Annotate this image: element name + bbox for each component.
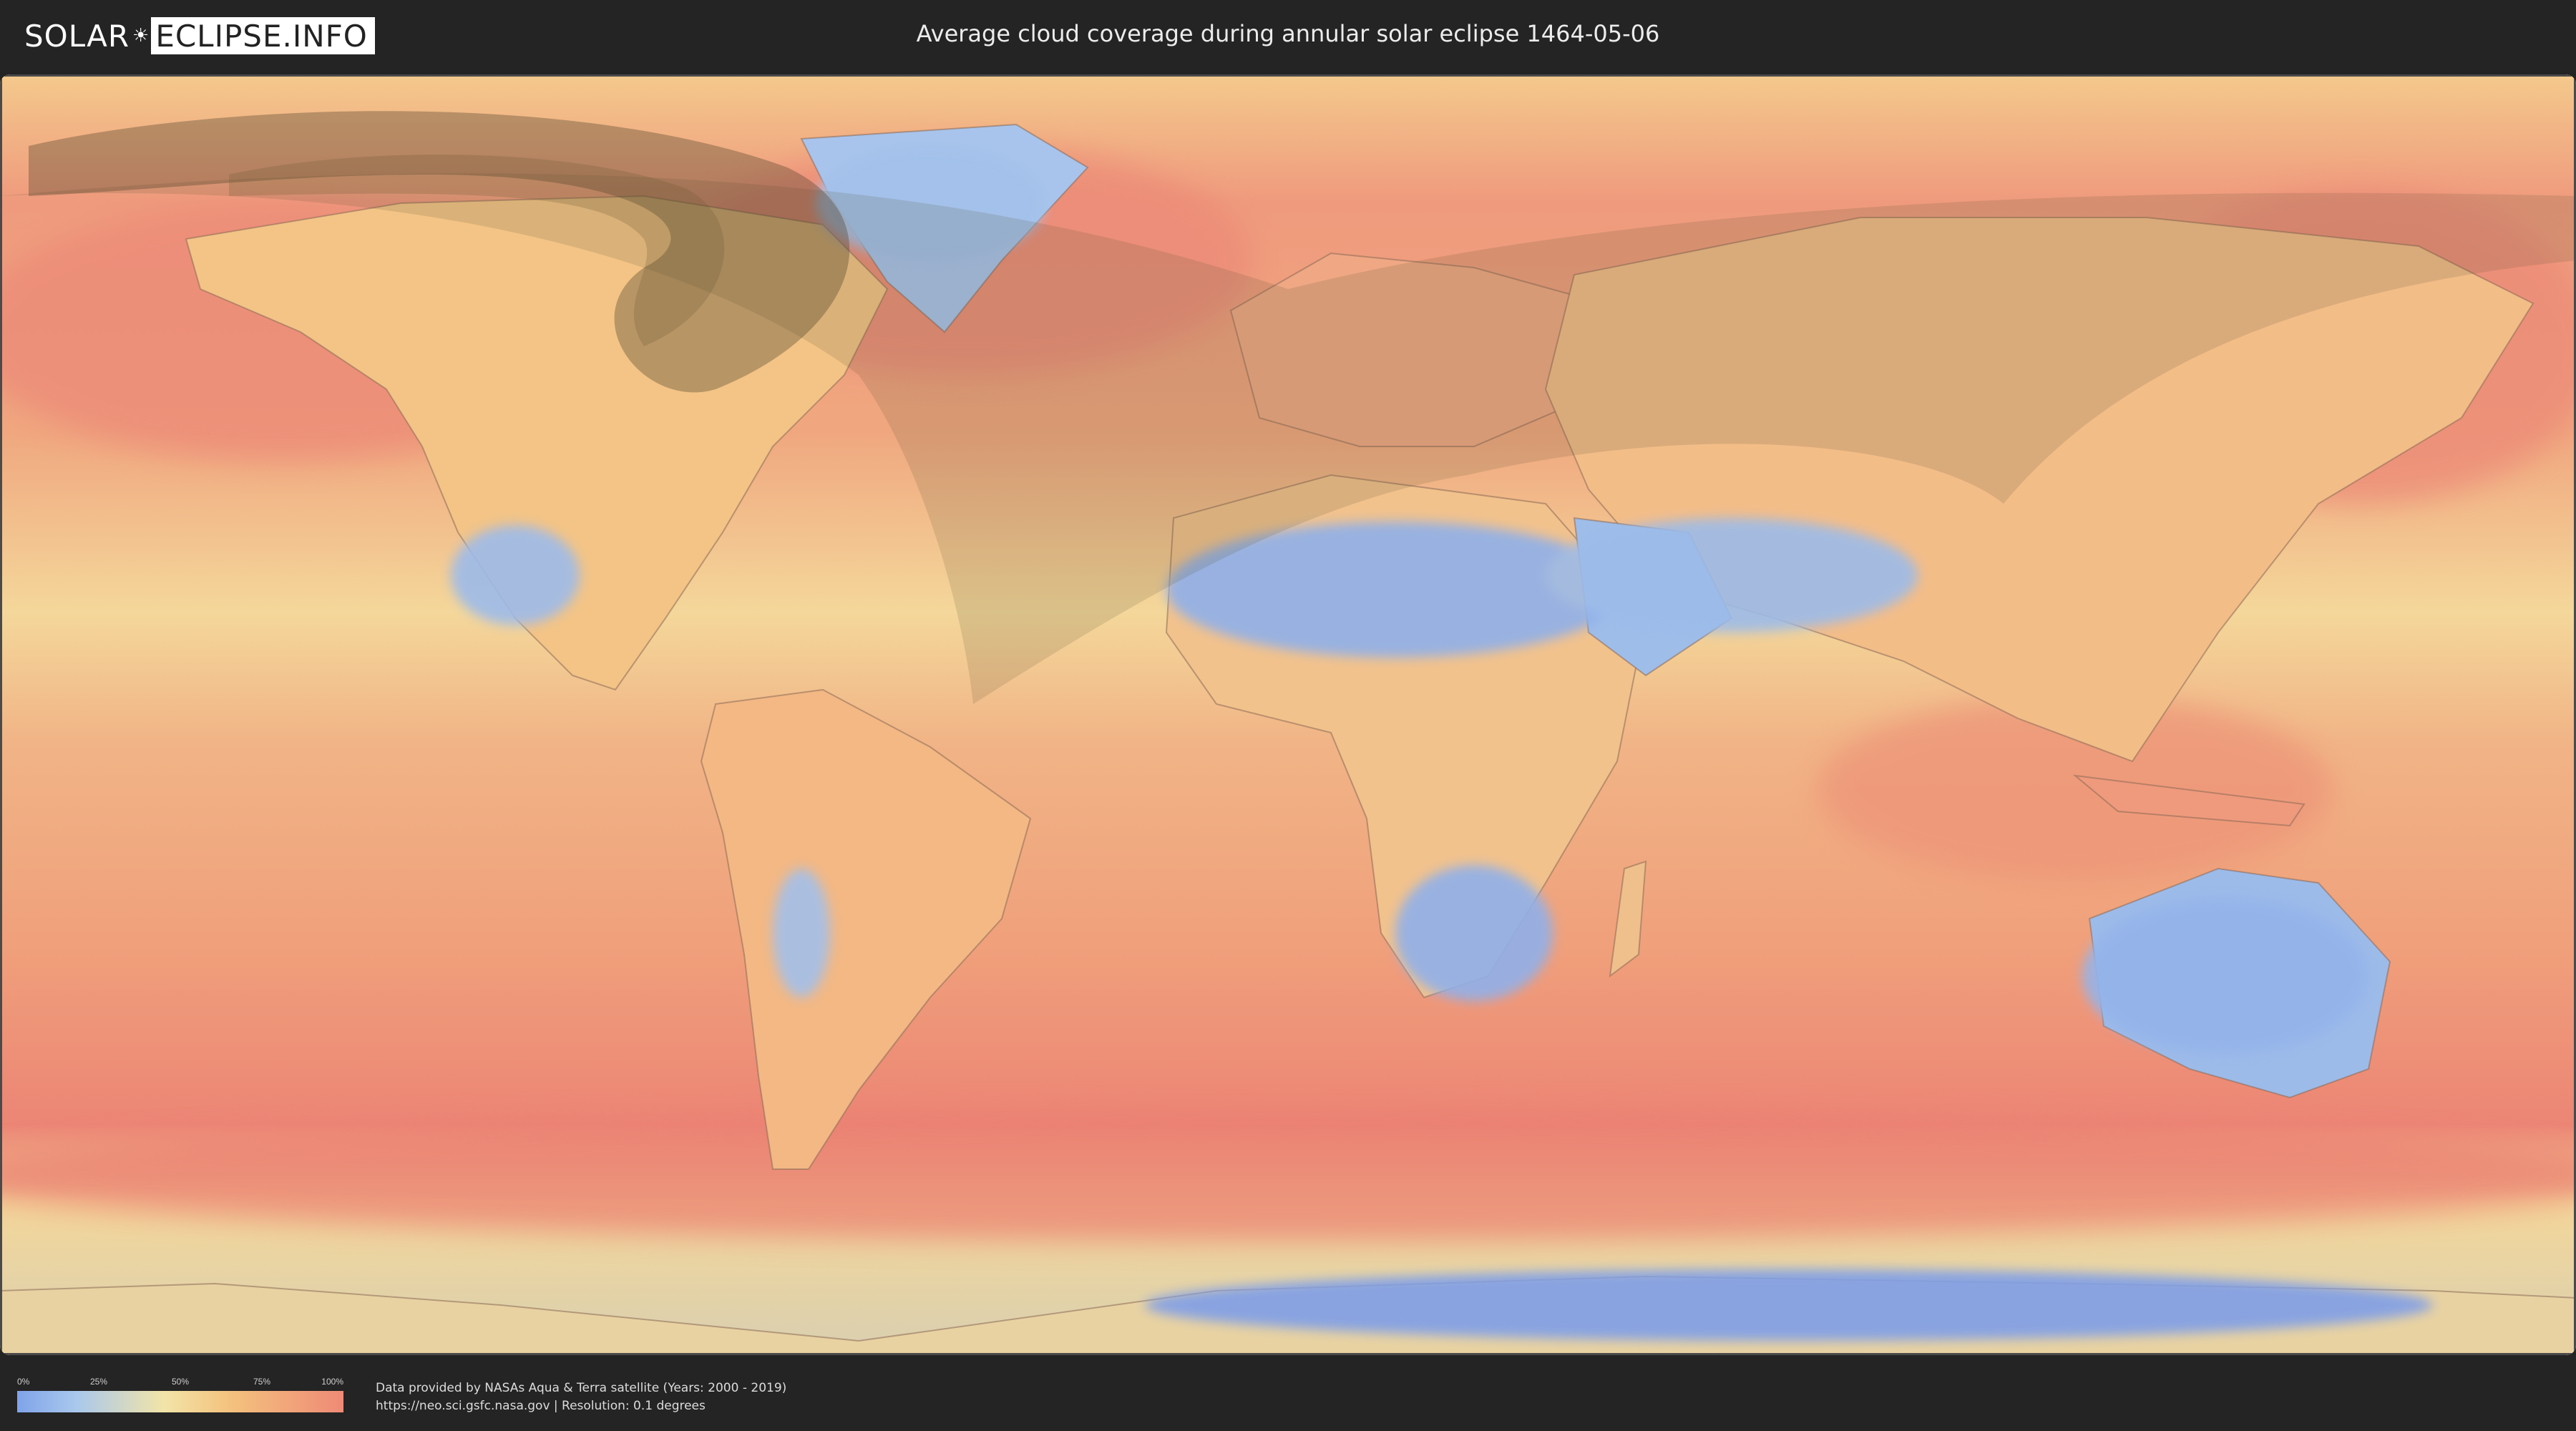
legend-tick-100: 100%	[321, 1377, 343, 1387]
legend-ticks: 0% 25% 50% 75% 100%	[17, 1377, 343, 1391]
credit-line-source: Data provided by NASAs Aqua & Terra sate…	[376, 1381, 787, 1395]
legend-tick-0: 0%	[17, 1377, 30, 1387]
world-map-svg	[0, 74, 2576, 1355]
legend-tick-25: 25%	[89, 1377, 108, 1387]
legend-tick-50: 50%	[171, 1377, 190, 1387]
cloud-coverage-legend: 0% 25% 50% 75% 100%	[17, 1377, 343, 1412]
antarctic-clear	[1145, 1269, 2433, 1341]
page-title: Average cloud coverage during annular so…	[916, 20, 1660, 47]
mexico-clear	[451, 525, 580, 625]
cloud-coverage-map[interactable]	[0, 74, 2576, 1355]
australia-clear	[2082, 897, 2368, 1055]
data-credits: Data provided by NASAs Aqua & Terra sate…	[376, 1379, 786, 1415]
legend-tick-75: 75%	[253, 1377, 271, 1387]
credit-line-url[interactable]: https://neo.sci.gsfc.nasa.gov | Resoluti…	[376, 1397, 786, 1415]
southern-africa-clear	[1395, 865, 1553, 1001]
header-bar: SOLAR ☀ ECLIPSE.INFO Average cloud cover…	[0, 0, 2576, 72]
footer-bar: 0% 25% 50% 75% 100% Data provided by NAS…	[0, 1355, 2576, 1431]
legend-color-bar	[17, 1391, 343, 1412]
andes-clear	[773, 869, 830, 997]
middle-east-clear	[1546, 518, 1918, 633]
